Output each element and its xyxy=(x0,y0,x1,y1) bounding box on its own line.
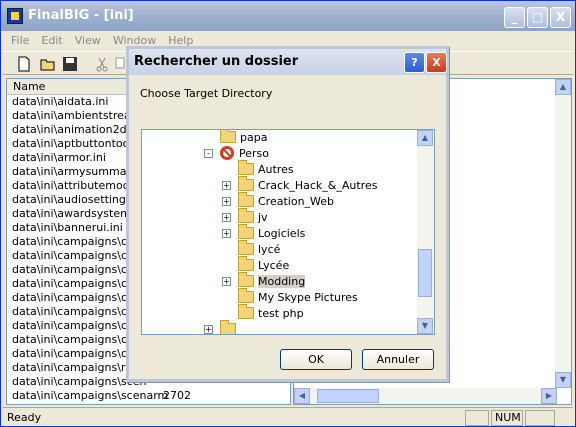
dialog-prompt: Choose Target Directory xyxy=(140,87,273,100)
tree-item-label: Autres xyxy=(258,163,294,176)
dialog-close-button[interactable]: X xyxy=(426,52,447,73)
scroll-left-icon[interactable]: ◀ xyxy=(294,388,310,404)
app-icon xyxy=(7,8,23,24)
cut-icon[interactable] xyxy=(93,55,111,73)
folder-icon xyxy=(220,130,236,143)
close-button[interactable]: X xyxy=(550,7,571,28)
open-folder-icon[interactable] xyxy=(39,55,57,73)
tree-item[interactable]: papa xyxy=(220,130,267,146)
file-name: data\ini\ambientstream. xyxy=(12,109,145,122)
tree-item-label: Lycée xyxy=(258,259,290,272)
folder-icon xyxy=(238,160,254,175)
horizontal-scrollbar[interactable]: ◀ ▶ xyxy=(294,388,557,404)
tree-item-label: lycé xyxy=(258,243,281,256)
folder-icon xyxy=(238,240,254,255)
status-panel xyxy=(465,410,489,426)
menu-edit[interactable]: Edit xyxy=(35,32,68,50)
collapse-icon[interactable]: - xyxy=(204,149,213,158)
file-size: 2702 xyxy=(163,389,191,402)
dialog-title-bar[interactable]: Rechercher un dossier ? X xyxy=(129,49,447,75)
cancel-button[interactable]: Annuler xyxy=(362,349,434,370)
tree-item-label: Modding xyxy=(258,275,306,288)
tree-item[interactable]: test php xyxy=(238,304,304,322)
file-name: data\ini\armor.ini xyxy=(12,151,106,164)
expand-icon[interactable]: + xyxy=(222,197,231,206)
menu-file[interactable]: File xyxy=(5,32,35,50)
file-name: data\ini\campaigns\scenarm xyxy=(12,389,169,402)
tree-vertical-scrollbar[interactable]: ▲ ▼ xyxy=(417,130,434,334)
num-lock-indicator: NUM xyxy=(491,410,523,426)
minimize-button[interactable]: _ xyxy=(504,7,525,28)
file-name: data\ini\animation2d.ini xyxy=(12,123,144,136)
status-bar: Ready NUM xyxy=(3,407,573,426)
ok-button[interactable]: OK xyxy=(280,349,352,370)
expand-icon[interactable]: + xyxy=(222,181,231,190)
tree-item[interactable]: + xyxy=(204,320,240,334)
folder-tree[interactable]: papa - Perso Autres + Crack_Hack_&_Autres + Cre… xyxy=(141,129,435,335)
vertical-scrollbar[interactable]: ▲ ▼ xyxy=(555,79,571,388)
folder-icon xyxy=(238,288,254,303)
tree-item[interactable]: My Skype Pictures xyxy=(238,288,358,306)
scroll-thumb[interactable] xyxy=(317,389,379,403)
save-icon[interactable] xyxy=(61,55,79,73)
folder-icon xyxy=(220,320,236,334)
folder-icon xyxy=(238,176,254,191)
file-name: data\ini\campaigns\scenari... xyxy=(12,403,171,404)
status-text: Ready xyxy=(7,411,42,424)
maximize-button[interactable]: □ xyxy=(527,7,548,28)
tree-item-label: papa xyxy=(240,131,268,144)
new-file-icon[interactable] xyxy=(15,55,33,73)
dialog-title: Rechercher un dossier xyxy=(134,54,299,69)
tree-item-label: test php xyxy=(258,307,304,320)
tree-item-label: My Skype Pictures xyxy=(258,291,358,304)
expand-icon[interactable]: + xyxy=(222,277,231,286)
tree-item[interactable]: + Crack_Hack_&_Autres xyxy=(222,176,378,194)
browse-folder-dialog: Rechercher un dossier ? X Choose Target … xyxy=(126,46,449,382)
tree-scroll-up-icon[interactable]: ▲ xyxy=(417,130,433,146)
folder-icon xyxy=(238,256,254,271)
menu-view[interactable]: View xyxy=(69,32,107,50)
no-entry-icon xyxy=(220,146,234,160)
list-item[interactable]: data\ini\campaigns\scenari...2728 xyxy=(7,403,290,404)
file-size: 2728 xyxy=(163,403,191,404)
folder-icon xyxy=(238,192,254,207)
tree-item[interactable]: + Modding xyxy=(222,272,306,290)
tree-scroll-down-icon[interactable]: ▼ xyxy=(417,318,433,334)
tree-item-label: jv xyxy=(258,211,268,224)
scroll-right-icon[interactable]: ▶ xyxy=(541,388,557,404)
tree-item[interactable]: + Creation_Web xyxy=(222,192,335,210)
file-name: data\ini\awardsystem.in xyxy=(12,207,145,220)
tree-scroll-thumb[interactable] xyxy=(418,249,432,297)
tree-item-label: Logiciels xyxy=(258,227,306,240)
folder-icon xyxy=(238,208,254,223)
status-panel xyxy=(525,410,555,426)
help-button[interactable]: ? xyxy=(404,52,425,73)
window-title: FinalBIG - [ini] xyxy=(28,8,134,23)
folder-icon xyxy=(238,224,254,239)
tree-item-label: Crack_Hack_&_Autres xyxy=(258,179,378,192)
expand-icon[interactable]: + xyxy=(222,213,231,222)
list-item[interactable]: data\ini\campaigns\scenarm 2702 xyxy=(7,389,290,403)
expand-icon[interactable]: + xyxy=(222,229,231,238)
folder-icon xyxy=(238,304,254,319)
tree-item[interactable]: + Logiciels xyxy=(222,224,306,242)
file-name: data\ini\aidata.ini xyxy=(12,95,109,108)
file-name: data\ini\bannerui.ini xyxy=(12,221,123,234)
tree-item-label: Creation_Web xyxy=(258,195,335,208)
title-bar[interactable]: FinalBIG - [ini] _ □ X xyxy=(1,1,575,31)
folder-icon xyxy=(238,272,254,287)
scroll-down-icon[interactable]: ▼ xyxy=(555,372,571,388)
scroll-up-icon[interactable]: ▲ xyxy=(555,79,571,95)
tree-item-label: Perso xyxy=(239,147,269,160)
expand-icon[interactable]: + xyxy=(204,325,213,334)
